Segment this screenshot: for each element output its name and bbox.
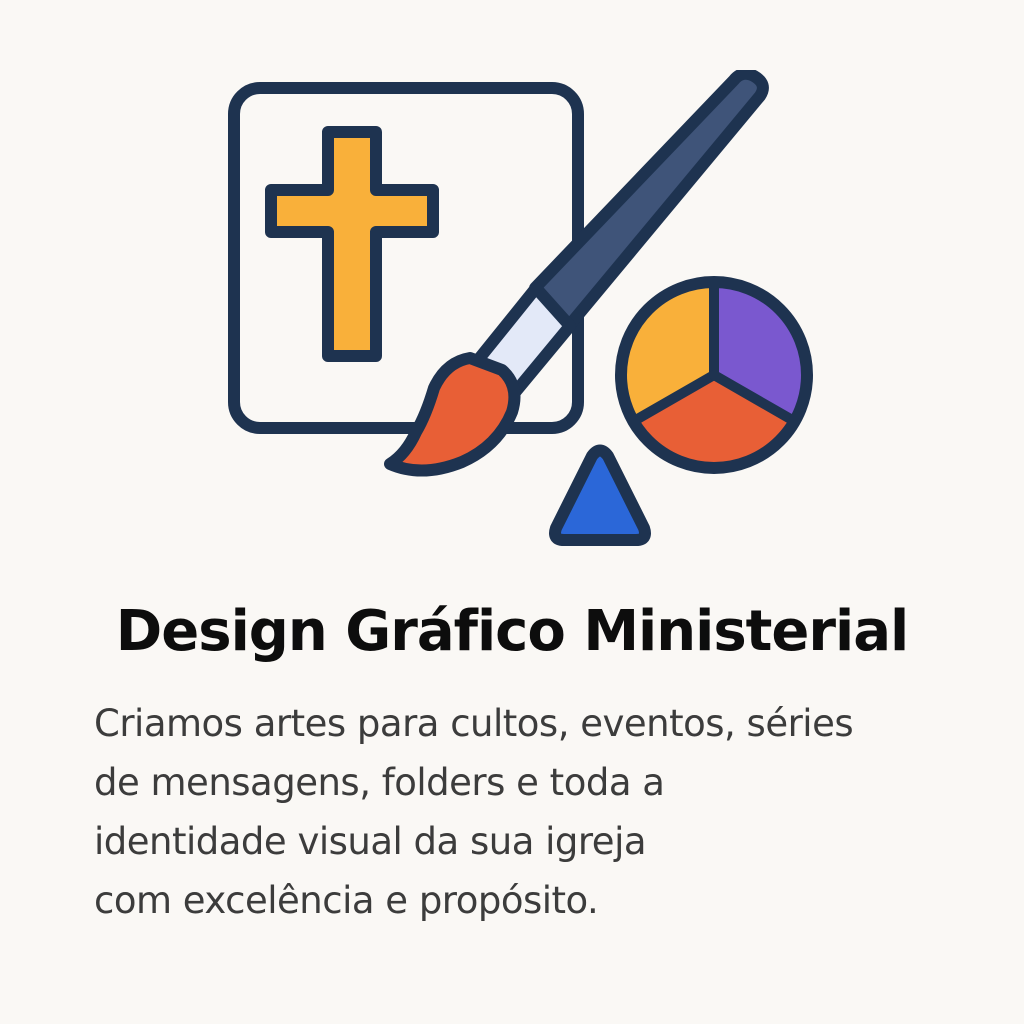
illustration-svg	[228, 70, 813, 546]
description-line: com excelência e propósito.	[94, 879, 599, 922]
description-line: de mensagens, folders e toda a	[94, 761, 665, 804]
triangle-icon	[549, 444, 651, 546]
description-line: identidade visual da sua igreja	[94, 820, 647, 863]
service-card: Design Gráfico Ministerial Criamos artes…	[0, 0, 1024, 1024]
description-line: Criamos artes para cultos, eventos, séri…	[94, 702, 854, 745]
card-title: Design Gráfico Ministerial	[115, 599, 909, 664]
card-description: Criamos artes para cultos, eventos, séri…	[94, 694, 974, 930]
design-illustration	[220, 70, 820, 560]
color-wheel-icon	[615, 276, 813, 474]
